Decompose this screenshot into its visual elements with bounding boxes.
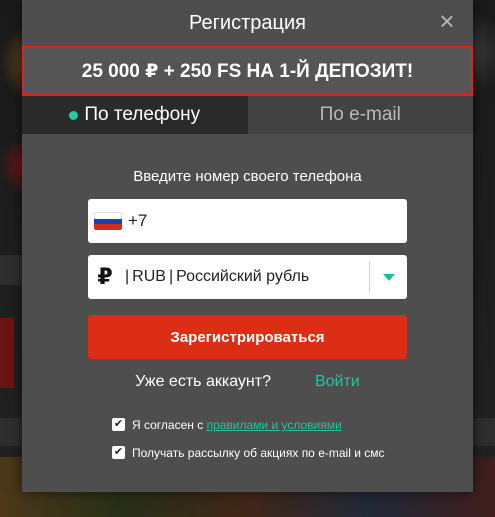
- terms-checkbox[interactable]: ✔: [112, 418, 125, 431]
- close-icon[interactable]: ×: [435, 8, 459, 34]
- modal-title: Регистрация: [189, 11, 306, 34]
- register-button[interactable]: Зарегистрироваться: [88, 315, 407, 359]
- login-link[interactable]: Войти: [315, 373, 360, 391]
- tab-phone-label: По телефону: [84, 104, 201, 125]
- login-row: Уже есть аккаунт? Войти: [88, 373, 407, 391]
- newsletter-consent: ✔ Получать рассылку об акциях по e-mail …: [112, 445, 397, 461]
- background-nav-strip: [0, 255, 22, 285]
- ruble-icon: ₽: [97, 264, 113, 289]
- promo-text: 25 000 ₽ + 250 FS НА 1-Й ДЕПОЗИТ!: [81, 60, 414, 82]
- active-dot-icon: [69, 110, 79, 120]
- terms-consent: ✔ Я согласен с правилами и условиями: [112, 417, 397, 433]
- currency-select[interactable]: ₽ | RUB | Российский рубль: [88, 255, 407, 299]
- phone-field[interactable]: [88, 199, 407, 243]
- registration-modal: Регистрация × 25 000 ₽ + 250 FS НА 1-Й Д…: [22, 0, 473, 492]
- tab-email-label: По e-mail: [319, 104, 401, 125]
- currency-name: Российский рубль: [176, 268, 310, 285]
- terms-prefix: Я согласен с: [132, 418, 207, 432]
- currency-code: RUB: [132, 268, 166, 285]
- tab-phone[interactable]: По телефону: [22, 96, 248, 134]
- russia-flag-icon[interactable]: [94, 212, 122, 230]
- phone-input[interactable]: [128, 211, 378, 231]
- promo-banner: 25 000 ₽ + 250 FS НА 1-Й ДЕПОЗИТ!: [22, 46, 473, 96]
- terms-link[interactable]: правилами и условиями: [207, 418, 342, 432]
- chevron-down-icon[interactable]: [369, 261, 407, 293]
- tab-email[interactable]: По e-mail: [247, 96, 473, 134]
- has-account-text: Уже есть аккаунт?: [135, 373, 271, 390]
- background-game-thumb: [0, 318, 14, 388]
- newsletter-checkbox[interactable]: ✔: [112, 446, 125, 459]
- background-nav-strip-2: [0, 418, 22, 446]
- registration-form: Введите номер своего телефона ₽ | RUB | …: [22, 168, 473, 461]
- registration-tabs: По телефону По e-mail: [22, 96, 473, 134]
- consent-checkboxes: ✔ Я согласен с правилами и условиями ✔ П…: [88, 417, 407, 461]
- modal-header: Регистрация ×: [22, 0, 473, 46]
- phone-prompt: Введите номер своего телефона: [133, 168, 362, 185]
- newsletter-label: Получать рассылку об акциях по e-mail и …: [132, 446, 385, 460]
